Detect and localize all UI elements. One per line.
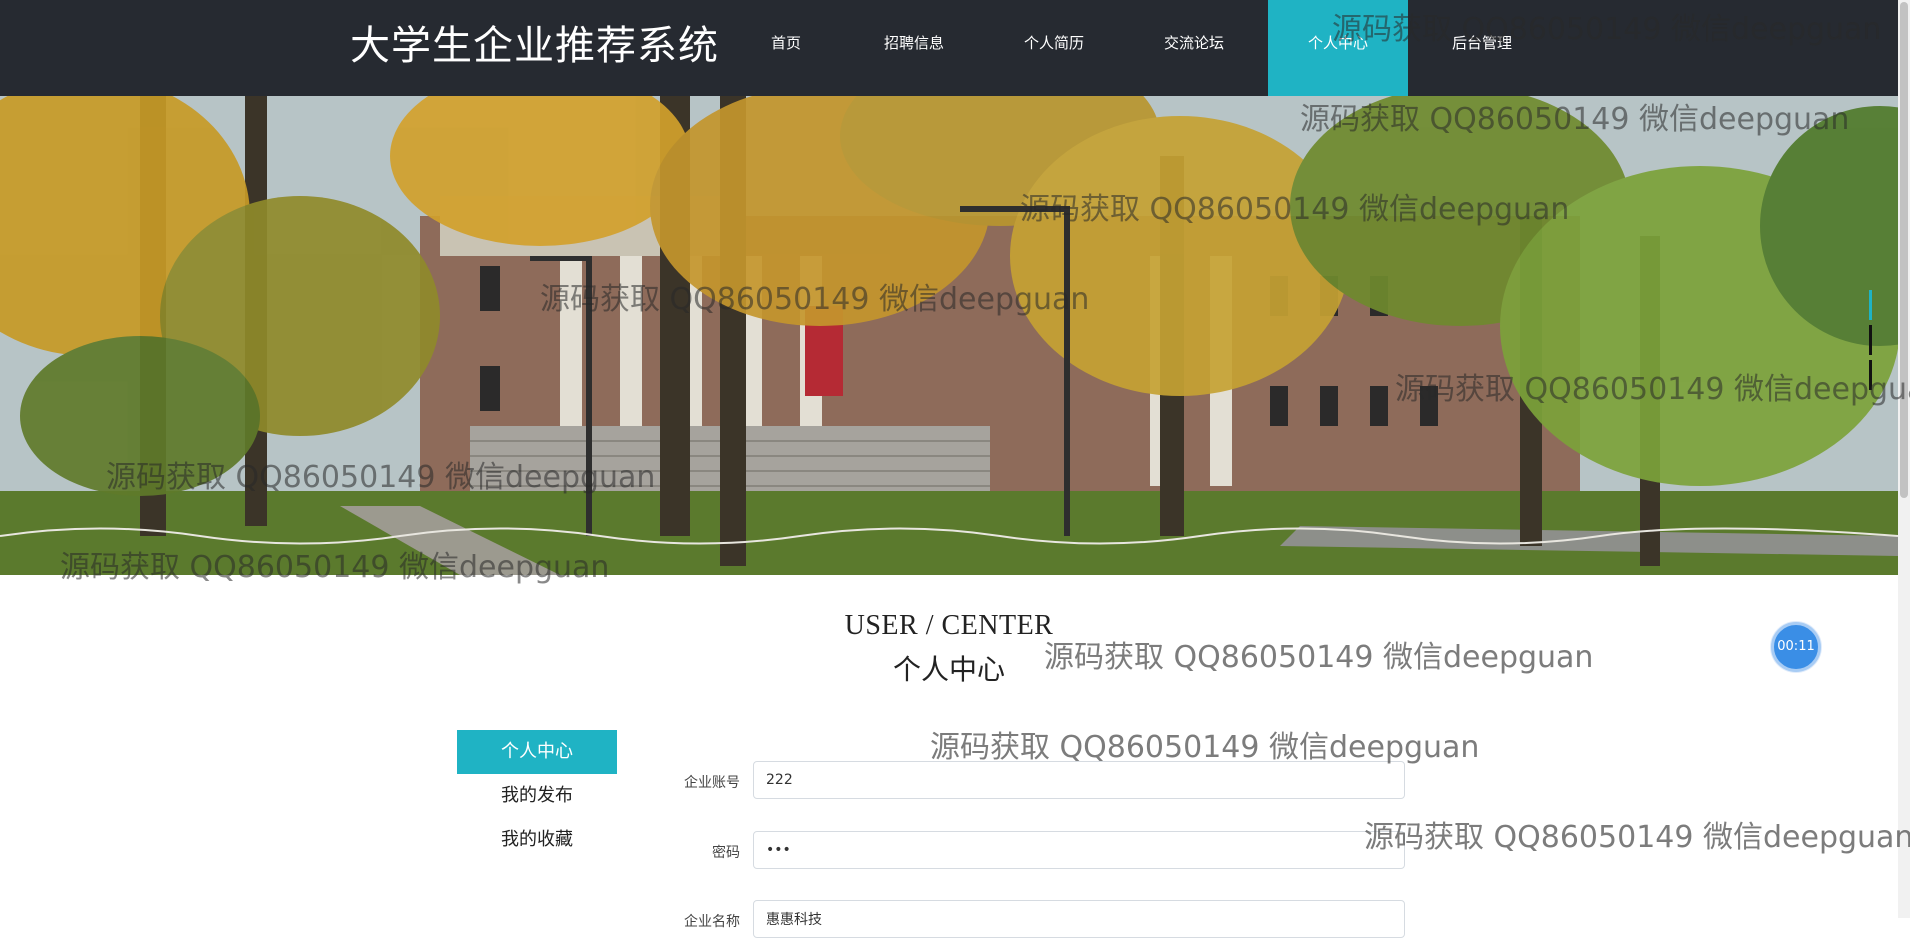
- section-heading-cn: 个人中心: [892, 653, 1005, 686]
- side-indicator[interactable]: [1869, 325, 1872, 355]
- password-label: 密码: [712, 845, 740, 861]
- scrollbar-thumb[interactable]: [1900, 2, 1908, 498]
- page-scrollbar[interactable]: [1898, 0, 1910, 918]
- side-menu-my-posts[interactable]: 我的发布: [457, 774, 617, 818]
- timer-bubble[interactable]: 00:11: [1771, 622, 1821, 672]
- company-name-input[interactable]: [753, 900, 1405, 938]
- campus-scene-illustration: [0, 96, 1898, 575]
- account-input[interactable]: [753, 761, 1405, 799]
- watermark-text: 源码获取 QQ86050149 微信deepguan: [930, 730, 1480, 765]
- side-menu-my-favorites[interactable]: 我的收藏: [457, 818, 617, 862]
- watermark-text: 源码获取 QQ86050149 微信deepguan: [1364, 820, 1910, 855]
- top-nav-bar: 大学生企业推荐系统 首页 招聘信息 个人简历 交流论坛 个人中心 后台管理: [0, 0, 1898, 96]
- section-heading-en: USER / CENTER: [844, 610, 1054, 641]
- account-label: 企业账号: [684, 775, 740, 791]
- side-menu-user-center[interactable]: 个人中心: [457, 730, 617, 774]
- side-indicator-active[interactable]: [1869, 290, 1872, 320]
- password-input[interactable]: [753, 831, 1405, 869]
- nav-item-user-center[interactable]: 个人中心: [1268, 0, 1408, 96]
- company-name-label: 企业名称: [684, 914, 740, 930]
- site-title[interactable]: 大学生企业推荐系统: [350, 18, 719, 74]
- banner-image: [0, 96, 1898, 575]
- nav-item-forum[interactable]: 交流论坛: [1150, 0, 1238, 96]
- nav-item-admin[interactable]: 后台管理: [1438, 0, 1526, 96]
- side-indicator[interactable]: [1869, 360, 1872, 390]
- nav-item-resume[interactable]: 个人简历: [1010, 0, 1098, 96]
- nav-item-jobs[interactable]: 招聘信息: [870, 0, 958, 96]
- nav-item-home[interactable]: 首页: [752, 0, 820, 96]
